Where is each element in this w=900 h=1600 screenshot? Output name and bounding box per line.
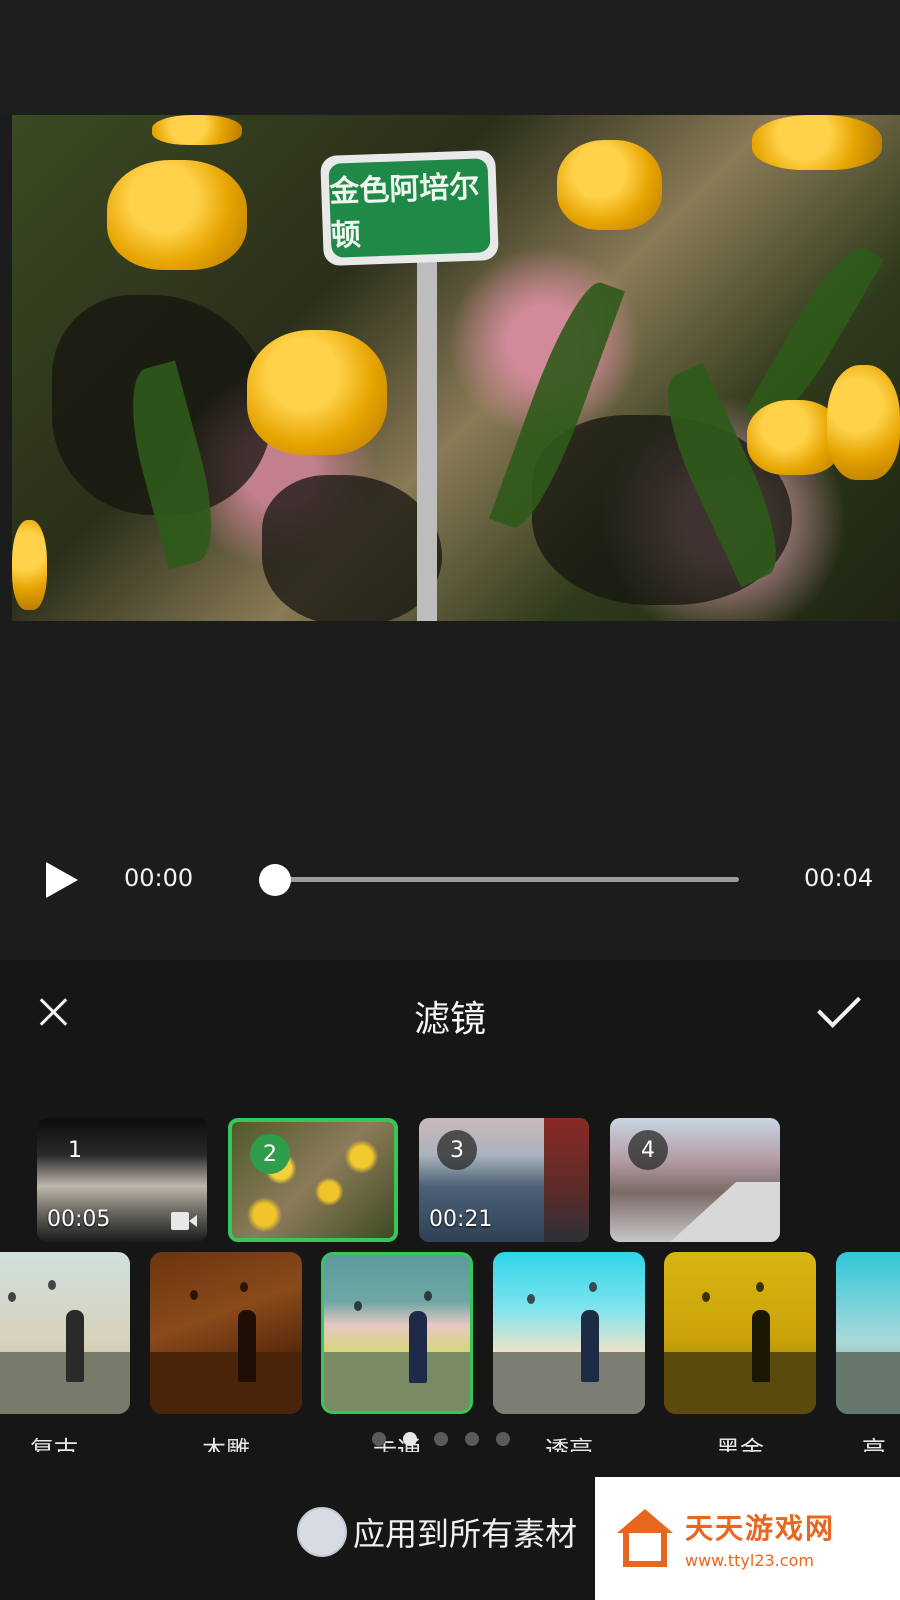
house-logo-icon xyxy=(617,1508,673,1569)
preview-tulip xyxy=(152,115,242,145)
video-preview[interactable]: 金色阿培尔顿 xyxy=(12,115,900,621)
filter-option[interactable]: 复古 xyxy=(0,1252,130,1452)
filter-label: 高 xyxy=(862,1436,886,1452)
apply-to-all-label: 应用到所有素材 xyxy=(353,1515,578,1553)
filter-label: 木雕 xyxy=(202,1436,250,1452)
clip-index: 1 xyxy=(68,1137,82,1163)
filter-label: 透亮 xyxy=(545,1436,593,1452)
clip-thumbnail[interactable]: 1 00:05 xyxy=(37,1118,207,1242)
clip-index: 2 xyxy=(250,1134,290,1174)
filter-label: 复古 xyxy=(30,1436,78,1452)
page-dot xyxy=(465,1432,479,1446)
plant-sign: 金色阿培尔顿 xyxy=(320,149,499,267)
filter-option[interactable]: 高 xyxy=(836,1252,900,1452)
clip-thumbnail[interactable]: 3 00:21 xyxy=(419,1118,589,1242)
watermark-text: 天天游戏网 www.ttyl23.com xyxy=(685,1507,835,1570)
filter-thumbnail xyxy=(836,1252,900,1414)
watermark-url: www.ttyl23.com xyxy=(685,1551,814,1570)
playback-bar: 00:00 00:04 xyxy=(0,840,900,920)
watermark: 天天游戏网 www.ttyl23.com xyxy=(595,1477,900,1600)
clip-duration: 00:21 xyxy=(429,1207,493,1232)
filter-strip: 复古 木雕 卡通 透亮 黑金 高 xyxy=(0,1252,900,1452)
filter-thumbnail xyxy=(150,1252,302,1414)
clip-index: 4 xyxy=(628,1130,668,1170)
page-dot xyxy=(434,1432,448,1446)
filter-label: 黑金 xyxy=(716,1436,764,1452)
video-camera-icon xyxy=(171,1212,197,1230)
sign-stake xyxy=(417,260,437,621)
filter-thumbnail xyxy=(321,1252,473,1414)
video-camera-icon xyxy=(553,1212,579,1230)
filter-option[interactable]: 卡通 xyxy=(321,1252,473,1452)
seek-knob[interactable] xyxy=(259,864,291,896)
clip-duration: 00:05 xyxy=(47,1207,111,1232)
page-dot xyxy=(496,1432,510,1446)
total-time: 00:04 xyxy=(804,864,874,892)
preview-tulip xyxy=(557,140,662,230)
preview-tulip xyxy=(12,520,47,610)
filter-option[interactable]: 木雕 xyxy=(150,1252,302,1452)
filter-option[interactable]: 透亮 xyxy=(493,1252,645,1452)
filter-thumbnail xyxy=(493,1252,645,1414)
preview-tulip xyxy=(827,365,900,480)
preview-tulip xyxy=(752,115,882,170)
clip-thumbnail[interactable]: 4 xyxy=(610,1118,780,1242)
preview-tulip xyxy=(247,330,387,455)
filter-option[interactable]: 黑金 xyxy=(664,1252,816,1452)
page-dot xyxy=(403,1432,417,1446)
page-indicator xyxy=(372,1432,512,1448)
current-time: 00:00 xyxy=(124,864,194,892)
watermark-title: 天天游戏网 xyxy=(685,1512,836,1545)
apply-to-all-toggle[interactable]: 应用到所有素材 xyxy=(297,1506,577,1558)
plant-sign-text: 金色阿培尔顿 xyxy=(328,158,491,258)
page-dot xyxy=(372,1432,386,1446)
top-bar xyxy=(0,0,900,115)
clip-index: 3 xyxy=(437,1130,477,1170)
preview-tulip xyxy=(107,160,247,270)
panel-title: 滤镜 xyxy=(413,999,486,1040)
play-icon[interactable] xyxy=(46,862,78,898)
clip-strip: 1 00:05 2 3 00:21 4 xyxy=(0,1118,900,1248)
preview-shadow xyxy=(262,475,442,621)
filter-thumbnail xyxy=(0,1252,130,1414)
filter-thumbnail xyxy=(664,1252,816,1414)
seek-track[interactable] xyxy=(273,877,739,882)
radio-circle-icon[interactable] xyxy=(297,1507,347,1557)
clip-thumbnail[interactable]: 2 xyxy=(228,1118,398,1242)
